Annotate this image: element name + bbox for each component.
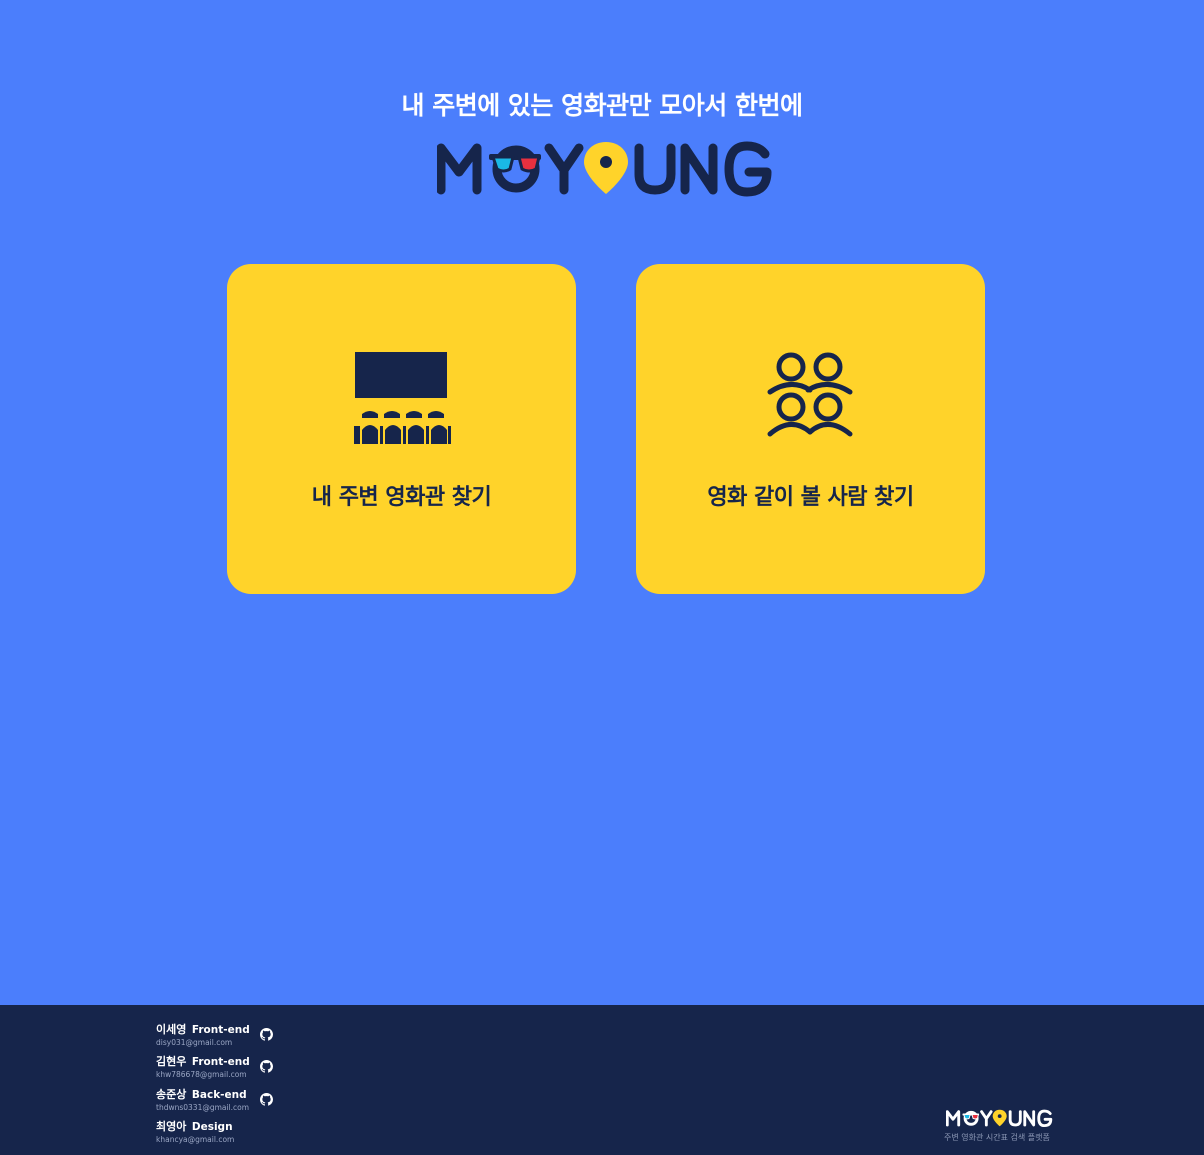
member-name: 송준상 <box>156 1088 187 1101</box>
footer-moyoung-logo <box>946 1109 1053 1128</box>
moyoung-logo[interactable] <box>437 138 777 198</box>
footer-subtitle: 주변 영화관 시간표 검색 플랫폼 <box>944 1133 1050 1142</box>
people-group-icon <box>767 352 852 437</box>
github-icon[interactable] <box>260 1060 273 1073</box>
3d-glasses-icon <box>489 154 541 173</box>
find-nearby-theater-card[interactable]: 내 주변 영화관 찾기 <box>227 264 576 594</box>
hero-tagline: 내 주변에 있는 영화관만 모아서 한번에 <box>401 91 803 120</box>
member-name: 최영아 <box>156 1120 187 1133</box>
location-pin-icon <box>584 142 628 194</box>
github-icon[interactable] <box>260 1093 273 1106</box>
member-email: khancya@gmail.com <box>156 1135 235 1144</box>
member-role: Front-end <box>191 1024 250 1036</box>
member-item: 송준상 Back-end thdwns0331@gmail.com <box>156 1088 296 1116</box>
member-item: 김현우 Front-end khw786678@gmail.com <box>156 1055 296 1083</box>
github-icon[interactable] <box>260 1028 273 1041</box>
member-email: khw786678@gmail.com <box>156 1070 247 1079</box>
theater-seats-icon <box>353 352 451 444</box>
member-role: Front-end <box>191 1056 250 1068</box>
member-item: 이세영 Front-end disy031@gmail.com <box>156 1023 296 1051</box>
member-email: disy031@gmail.com <box>156 1038 233 1047</box>
member-name: 이세영 <box>156 1023 187 1036</box>
member-role: Design <box>191 1121 233 1133</box>
member-role: Back-end <box>191 1089 247 1101</box>
find-movie-buddy-label: 영화 같이 볼 사람 찾기 <box>707 485 914 510</box>
find-nearby-theater-label: 내 주변 영화관 찾기 <box>311 485 492 510</box>
member-email: thdwns0331@gmail.com <box>156 1103 250 1112</box>
member-item: 최영아 Design khancya@gmail.com <box>156 1120 296 1148</box>
hero-section: 내 주변에 있는 영화관만 모아서 한번에 내 주변 영화관 찾기 영화 같이 … <box>0 0 1204 1005</box>
member-name: 김현우 <box>156 1055 187 1068</box>
find-movie-buddy-card[interactable]: 영화 같이 볼 사람 찾기 <box>636 264 985 594</box>
